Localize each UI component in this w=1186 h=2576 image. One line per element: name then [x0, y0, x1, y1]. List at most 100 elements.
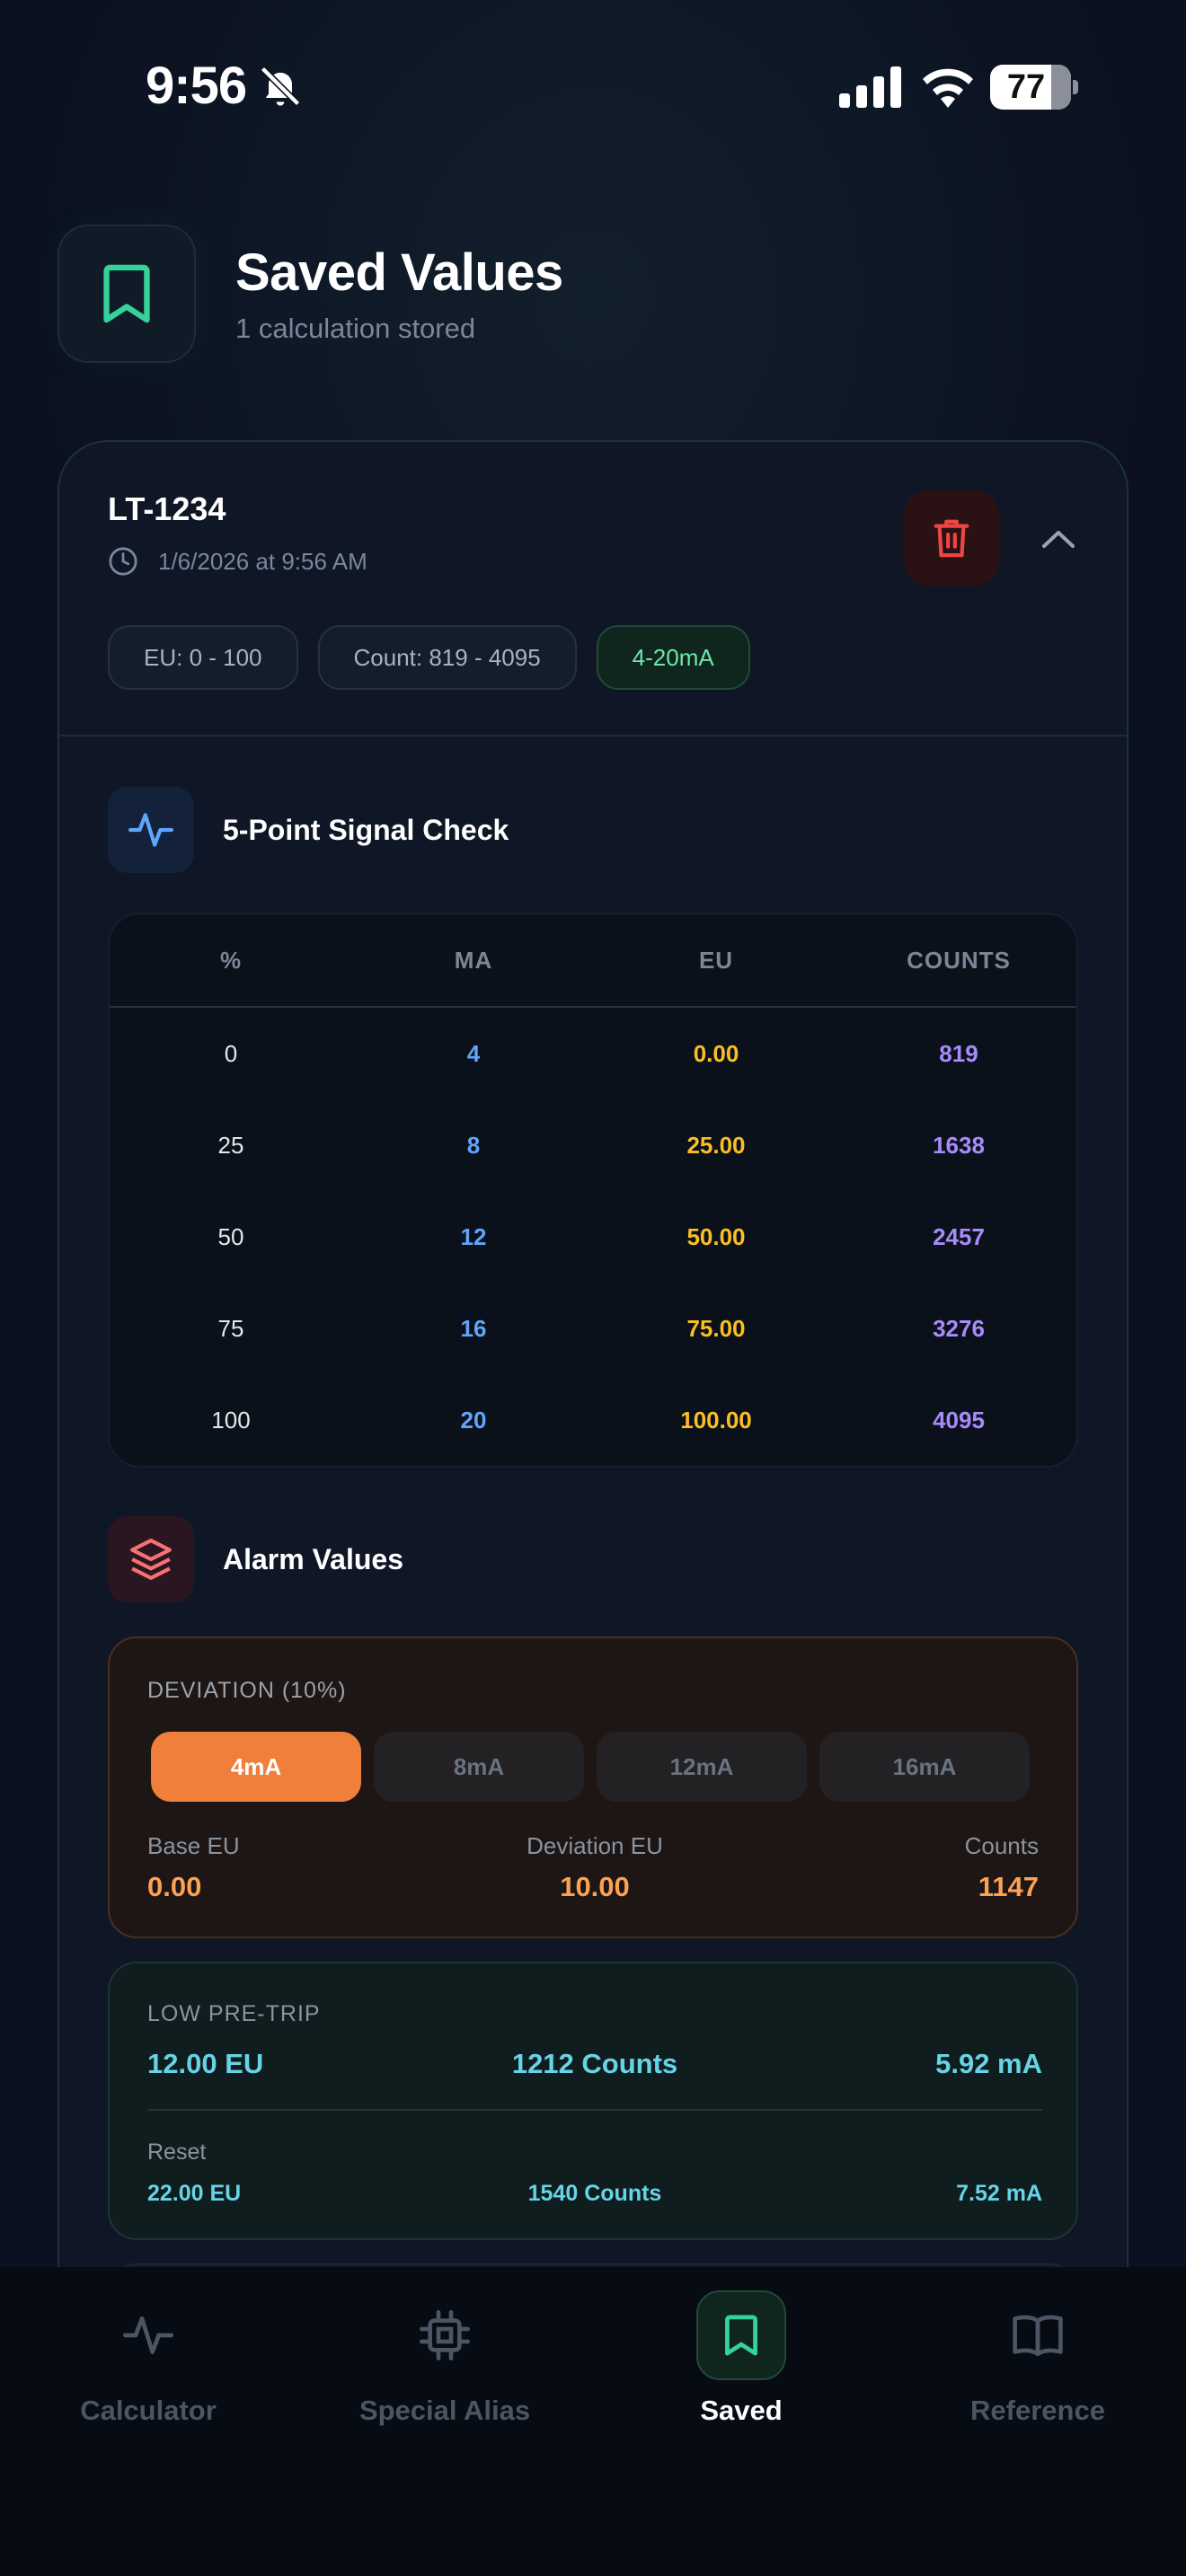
cell-percent: 25 [217, 1132, 244, 1159]
calculation-timestamp-row: 1/6/2026 at 9:56 AM [108, 546, 367, 577]
column-header-percent: % [219, 947, 243, 974]
tab-saved-icon-box [696, 2290, 786, 2380]
tab-saved-label: Saved [700, 2395, 783, 2426]
cell-eu: 0.00 [693, 1040, 739, 1067]
tab-special-alias-label: Special Alias [358, 2395, 531, 2426]
table-header: % MA EU COUNTS [110, 914, 1076, 1008]
status-bar: 9:56 77 [0, 0, 1186, 171]
silent-bell-icon [260, 66, 301, 107]
low-pre-trip-panel: LOW PRE-TRIP 12.00 EU 1212 Counts 5.92 m… [108, 1962, 1078, 2240]
tab-saved[interactable]: Saved [593, 2267, 890, 2483]
cell-percent: 75 [217, 1315, 244, 1342]
cell-ma: 4 [466, 1040, 481, 1067]
page-title: Saved Values [235, 243, 563, 302]
wifi-icon [923, 68, 973, 108]
signal-check-title: 5-Point Signal Check [223, 813, 509, 846]
count-range-chip: Count: 819 - 4095 [317, 625, 577, 690]
reset-label: Reset [147, 2139, 207, 2165]
tab-calculator-label: Calculator [80, 2395, 217, 2426]
cell-ma: 8 [466, 1132, 481, 1159]
deviation-tab-8ma[interactable]: 8mA [374, 1732, 584, 1802]
cell-counts: 819 [939, 1040, 978, 1067]
cell-eu: 100.00 [680, 1407, 752, 1434]
bottom-tab-bar: Calculator Special Alias Saved Reference [0, 2267, 1186, 2576]
signal-check-header: 5-Point Signal Check [108, 787, 509, 873]
signal-type-chip: 4-20mA [596, 625, 750, 690]
cpu-icon [420, 2310, 470, 2360]
cell-eu: 50.00 [686, 1223, 746, 1250]
battery-level: 77 [1006, 68, 1046, 106]
deviation-eu-value: 10.00 [560, 1871, 630, 1902]
cell-counts: 2457 [933, 1223, 985, 1250]
trash-icon [934, 519, 969, 558]
cell-eu: 75.00 [686, 1315, 746, 1342]
page-subtitle: 1 calculation stored [235, 313, 476, 344]
cell-percent: 100 [211, 1407, 251, 1434]
cell-ma: 12 [460, 1223, 487, 1250]
low-pre-trip-ma: 5.92 mA [935, 2048, 1042, 2079]
activity-icon [123, 2316, 173, 2354]
cell-percent: 50 [217, 1223, 244, 1250]
column-header-counts: COUNTS [907, 947, 1011, 974]
alarm-values-header: Alarm Values [108, 1516, 403, 1602]
calculation-tag: LT-1234 [108, 490, 226, 527]
calculation-timestamp: 1/6/2026 at 9:56 AM [158, 547, 367, 575]
table-row: 50 12 50.00 2457 [110, 1191, 1076, 1283]
reset-ma: 7.52 mA [956, 2181, 1042, 2206]
table-row: 25 8 25.00 1638 [110, 1099, 1076, 1191]
counts-group: Counts 1147 [965, 1832, 1039, 1903]
deviation-panel: DEVIATION (10%) 4mA 8mA 12mA 16mA Base E… [108, 1636, 1078, 1938]
tab-reference-icon-box [993, 2290, 1083, 2380]
cell-counts: 4095 [933, 1407, 985, 1434]
counts-label: Counts [964, 1832, 1039, 1859]
low-pre-trip-label: LOW PRE-TRIP [147, 2001, 321, 2026]
signal-check-table: % MA EU COUNTS 0 4 0.00 819 25 8 25.00 1… [108, 913, 1078, 1468]
column-header-eu: EU [698, 947, 734, 974]
card-divider [59, 735, 1127, 737]
collapse-button[interactable] [1033, 514, 1084, 564]
cellular-signal-icon [839, 66, 901, 108]
saved-values-screen: 9:56 77 Saved Values 1 calculation store… [0, 0, 1186, 2576]
book-open-icon [1013, 2315, 1063, 2357]
delete-button[interactable] [904, 490, 999, 586]
chevron-up-icon [1042, 531, 1075, 548]
tab-calculator[interactable]: Calculator [0, 2267, 296, 2483]
column-header-ma: MA [454, 947, 493, 974]
table-row: 75 16 75.00 3276 [110, 1283, 1076, 1374]
bookmark-icon [103, 264, 150, 323]
status-time: 9:56 [146, 57, 247, 115]
deviation-tab-12ma[interactable]: 12mA [597, 1732, 807, 1802]
deviation-tab-16ma[interactable]: 16mA [819, 1732, 1030, 1802]
deviation-eu-label: Deviation EU [527, 1832, 663, 1859]
cell-counts: 1638 [933, 1132, 985, 1159]
table-row: 0 4 0.00 819 [110, 1008, 1076, 1099]
reset-values: 22.00 EU 1540 Counts 7.52 mA [147, 2181, 1042, 2211]
deviation-tabs: 4mA 8mA 12mA 16mA [151, 1732, 1030, 1802]
eu-range-chip: EU: 0 - 100 [108, 625, 298, 690]
cell-ma: 16 [460, 1315, 487, 1342]
saved-header-icon [58, 225, 196, 363]
cell-counts: 3276 [933, 1315, 985, 1342]
alarm-values-icon-box [108, 1516, 194, 1602]
low-pre-trip-counts: 1212 Counts [511, 2048, 678, 2079]
bookmark-icon [725, 2315, 757, 2356]
saved-calculation-card: LT-1234 1/6/2026 at 9:56 AM EU: 0 - 100 … [58, 440, 1128, 2326]
tab-reference[interactable]: Reference [890, 2267, 1186, 2483]
tab-special-alias-icon-box [400, 2290, 490, 2380]
cell-eu: 25.00 [686, 1132, 746, 1159]
deviation-tab-4ma[interactable]: 4mA [151, 1732, 361, 1802]
battery-icon: 77 [990, 65, 1078, 110]
activity-icon [128, 813, 173, 847]
deviation-label: DEVIATION (10%) [147, 1678, 347, 1703]
low-pre-trip-values: 12.00 EU 1212 Counts 5.92 mA [147, 2048, 1042, 2084]
layers-icon [130, 1539, 172, 1580]
tab-special-alias[interactable]: Special Alias [296, 2267, 593, 2483]
cell-ma: 20 [460, 1407, 487, 1434]
clock-icon [109, 547, 137, 576]
reset-counts: 1540 Counts [527, 2181, 662, 2206]
tab-calculator-icon-box [103, 2290, 193, 2380]
tab-reference-label: Reference [970, 2395, 1105, 2426]
alarm-values-title: Alarm Values [223, 1542, 403, 1575]
cell-percent: 0 [224, 1040, 238, 1067]
range-chips: EU: 0 - 100 Count: 819 - 4095 4-20mA [108, 625, 750, 690]
